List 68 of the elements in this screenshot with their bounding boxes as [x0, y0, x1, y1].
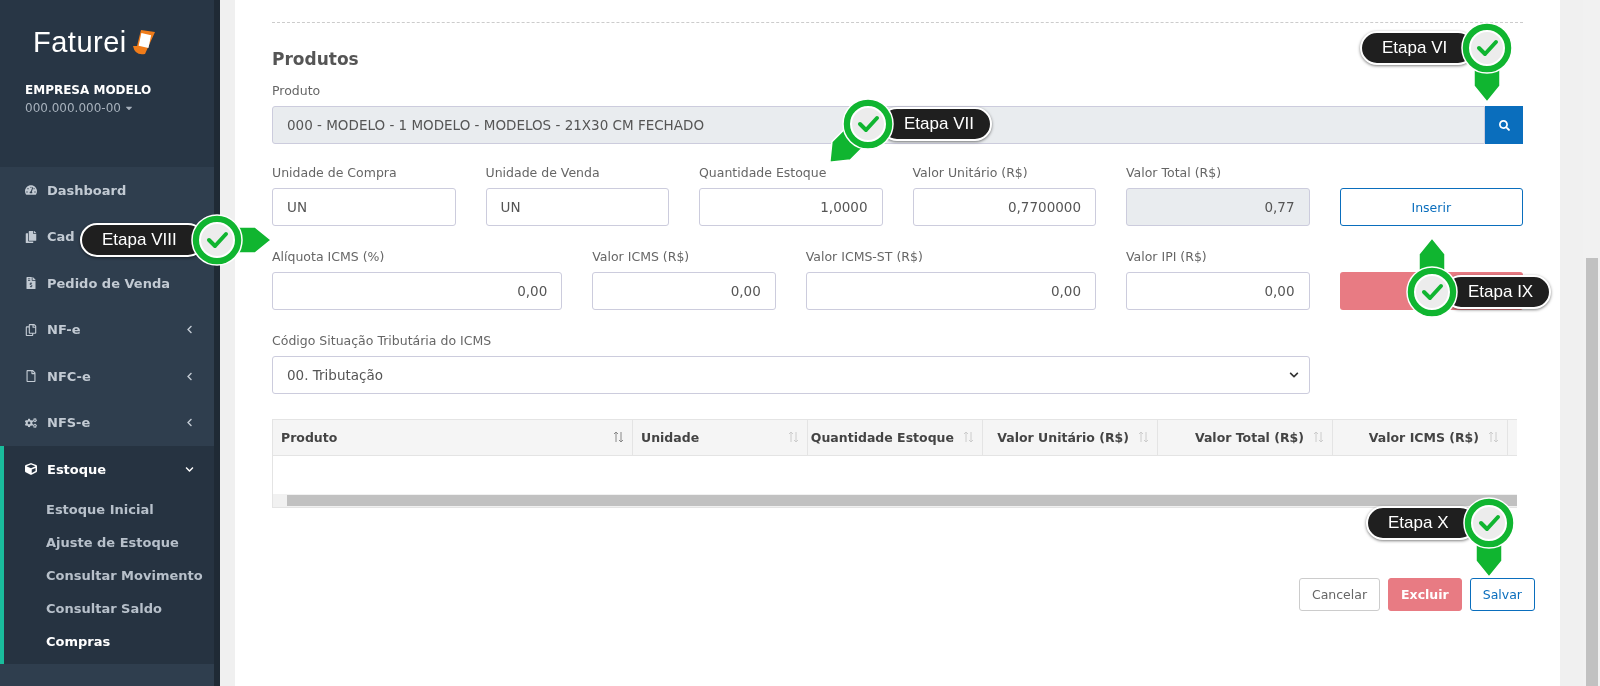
- sort-icon: [788, 431, 799, 443]
- sort-icon: [1488, 431, 1499, 443]
- tax-code-select[interactable]: 00. Tributação: [272, 356, 1310, 394]
- input-field[interactable]: 0,00: [1126, 272, 1310, 310]
- field-label: Alíquota ICMS (%): [272, 249, 385, 264]
- column-header[interactable]: Quantidade Estoque: [808, 420, 983, 455]
- submenu-item[interactable]: Ajuste de Estoque: [4, 525, 214, 559]
- sidebar-item[interactable]: NFC-e: [0, 353, 214, 400]
- input-field[interactable]: 0,77: [1126, 188, 1310, 226]
- step-tooltip: Etapa VIII: [80, 214, 273, 266]
- chevron-down-icon: [1288, 370, 1299, 380]
- input-field[interactable]: 0,00: [592, 272, 776, 310]
- input-field[interactable]: UN: [272, 188, 456, 226]
- section-title: Produtos: [272, 49, 359, 69]
- search-button[interactable]: [1485, 106, 1523, 144]
- field-label: Unidade de Venda: [485, 165, 600, 180]
- check-marker-icon: [1406, 236, 1458, 318]
- input-field[interactable]: 0,00: [805, 272, 1096, 310]
- sort-icon: [963, 431, 974, 443]
- gauge-icon: [25, 184, 37, 197]
- column-header[interactable]: Unidade: [633, 420, 808, 455]
- column-header[interactable]: Valor Unitário (R$): [983, 420, 1158, 455]
- logo-text: Faturei: [33, 26, 127, 59]
- field-label: Valor ICMS (R$): [592, 249, 690, 264]
- field-label: Valor ICMS-ST (R$): [805, 249, 923, 264]
- scrollbar-thumb[interactable]: [287, 495, 1517, 506]
- company-name: EMPRESA MODELO: [25, 83, 152, 97]
- cancel-button[interactable]: Cancelar: [1298, 578, 1381, 611]
- column-header[interactable]: Valor Total (R$): [1158, 420, 1333, 455]
- search-icon: [1498, 119, 1510, 131]
- column-header[interactable]: Produto: [273, 420, 633, 455]
- field-label: Produto: [272, 83, 321, 98]
- sidebar-item[interactable]: NFS-e: [0, 399, 214, 446]
- submenu-item[interactable]: Consultar Movimento: [4, 558, 214, 592]
- save-button[interactable]: Salvar: [1469, 578, 1535, 611]
- input-field[interactable]: 0,00: [272, 272, 563, 310]
- insert-button[interactable]: Inserir: [1339, 188, 1523, 226]
- check-marker-icon: [1461, 22, 1514, 104]
- field-label: Código Situação Tributária do ICMS: [272, 333, 492, 348]
- invoice-icon: [25, 277, 37, 290]
- sort-icon: [613, 431, 624, 443]
- sidebar-item[interactable]: Estoque: [4, 446, 214, 493]
- submenu-item[interactable]: Consultar Saldo: [4, 591, 214, 625]
- field-label: Valor Total (R$): [1126, 165, 1222, 180]
- input-field[interactable]: 1,0000: [699, 188, 883, 226]
- file-icon: [25, 370, 37, 383]
- submenu-item[interactable]: Compras: [4, 624, 214, 658]
- sort-icon: [1313, 431, 1324, 443]
- input-field[interactable]: UN: [485, 188, 669, 226]
- field-label: Valor Unitário (R$): [912, 165, 1028, 180]
- gears-icon: [25, 416, 37, 429]
- scrollbar-thumb[interactable]: [1585, 258, 1598, 686]
- sidebar-item[interactable]: NF-e: [0, 306, 214, 353]
- step-tooltip: Etapa IX: [1406, 236, 1552, 318]
- documents-icon: [25, 323, 37, 336]
- sort-icon: [1138, 431, 1149, 443]
- sidebar-item[interactable]: Dashboard: [0, 167, 214, 214]
- field-label: Unidade de Compra: [272, 165, 397, 180]
- cube-icon: [25, 463, 37, 476]
- step-tooltip: Etapa VI: [1360, 22, 1514, 104]
- submenu-item[interactable]: Estoque Inicial: [4, 492, 214, 526]
- input-field[interactable]: 0,7700000: [912, 188, 1096, 226]
- documents-icon: [25, 230, 37, 243]
- field-label: Valor IPI (R$): [1126, 249, 1207, 264]
- company-document[interactable]: 000.000.000-00: [25, 101, 134, 115]
- step-tooltip: Etapa X: [1366, 497, 1515, 579]
- column-header[interactable]: Valor ICMS (R$): [1333, 420, 1508, 455]
- field-label: Quantidade Estoque: [699, 165, 827, 180]
